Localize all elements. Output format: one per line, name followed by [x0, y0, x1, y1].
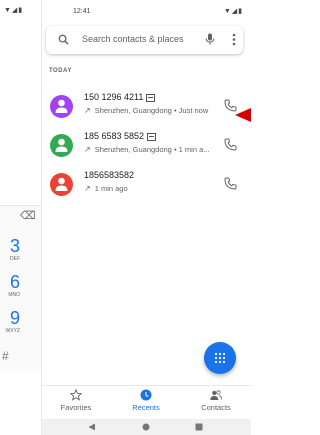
sim-icon	[146, 93, 156, 102]
call-number: 185 6583 5852	[84, 131, 157, 141]
person-icon	[55, 138, 68, 152]
home-icon[interactable]	[142, 423, 150, 431]
person-icon	[55, 99, 68, 113]
call-log-item[interactable]: 1856583582 ↗ 1 min ago	[42, 167, 251, 207]
tab-favorites[interactable]: Favorites	[46, 389, 106, 412]
status-bar: 12:41 ▼◢▮	[42, 0, 251, 24]
annotation-arrow-icon	[235, 108, 251, 122]
call-number-text: 185 6583 5852	[84, 131, 145, 141]
backspace-icon[interactable]: ⌫	[20, 209, 36, 222]
tab-favorites-label: Favorites	[60, 403, 92, 412]
outgoing-call-icon: ↗	[84, 184, 91, 193]
more-options-icon[interactable]	[232, 33, 236, 46]
dial-key-hash[interactable]: #	[2, 349, 9, 363]
dialer-peek-panel: ▼◢▮ ⌫ 3 DEF 6 MNO 9 WXYZ #	[0, 0, 41, 435]
tab-contacts-label: Contacts	[201, 403, 231, 412]
call-number: 150 1296 4211	[84, 92, 156, 102]
dial-key-6[interactable]: 6	[0, 273, 20, 291]
overview-icon[interactable]	[195, 423, 203, 431]
dial-key-9[interactable]: 9	[0, 309, 20, 327]
outgoing-call-icon: ↗	[84, 145, 91, 154]
status-time: 12:41	[73, 8, 91, 15]
phone-call-icon[interactable]	[224, 138, 237, 151]
call-location: Shenzhen, Guangdong	[94, 106, 172, 115]
star-icon	[70, 389, 82, 401]
person-icon	[55, 177, 68, 191]
contacts-icon	[210, 390, 222, 400]
call-details: ↗ Shenzhen, Guangdong • 1 min a...	[84, 145, 210, 154]
call-details: ↗ Shenzhen, Guangdong • Just now	[84, 106, 209, 115]
call-time: Just now	[178, 106, 209, 115]
dialpad-icon	[214, 352, 226, 364]
call-log-item[interactable]: 150 1296 4211 ↗ Shenzhen, Guangdong • Jus…	[42, 89, 251, 129]
dial-key-9-letters: WXYZ	[5, 328, 20, 334]
call-time: 1 min a...	[178, 145, 210, 154]
avatar	[50, 134, 73, 157]
call-details: ↗ 1 min ago	[84, 184, 128, 193]
tab-contacts[interactable]: Contacts	[186, 389, 246, 412]
avatar	[50, 95, 73, 118]
call-log-item[interactable]: 185 6583 5852 ↗ Shenzhen, Guangdong • 1 m…	[42, 128, 251, 168]
phone-call-icon[interactable]	[224, 177, 237, 190]
avatar	[50, 173, 73, 196]
tab-recents-label: Recents	[132, 403, 160, 412]
call-number: 1856583582	[84, 170, 135, 180]
dial-key-6-letters: MNO	[8, 292, 20, 298]
search-icon	[58, 34, 69, 45]
call-time: 1 min ago	[94, 184, 128, 193]
clock-icon	[140, 389, 152, 401]
dial-key-3[interactable]: 3	[0, 237, 20, 255]
recents-screen: 12:41 ▼◢▮ TODAY 150 1296 4211 ↗Shenzhen,…	[42, 0, 251, 435]
peek-status-icons: ▼◢▮	[4, 7, 24, 14]
peek-status-bar: ▼◢▮	[0, 0, 41, 18]
outgoing-call-icon: ↗	[84, 106, 91, 115]
dialpad-button[interactable]	[204, 342, 236, 374]
search-input[interactable]	[80, 33, 209, 45]
call-number-text: 150 1296 4211	[84, 92, 144, 102]
status-icons: ▼◢▮	[223, 8, 243, 15]
call-location: Shenzhen, Guangdong	[94, 145, 172, 154]
mic-icon[interactable]	[205, 33, 215, 45]
sim-icon	[147, 132, 157, 141]
system-nav-bar	[42, 419, 251, 435]
section-header-today: TODAY	[49, 68, 72, 74]
tab-recents[interactable]: Recents	[116, 389, 176, 412]
bottom-tab-bar: Favorites Recents Contacts	[42, 385, 251, 420]
dial-key-3-letters: DEF	[10, 256, 20, 262]
back-icon[interactable]	[88, 423, 96, 431]
search-bar[interactable]	[46, 26, 243, 54]
